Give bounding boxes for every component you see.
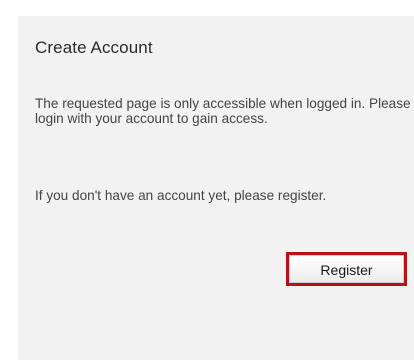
create-account-panel: Create Account The requested page is onl… [18,16,414,360]
register-button[interactable]: Register [286,252,407,286]
register-button-label: Register [289,255,404,283]
panel-title: Create Account [35,38,153,57]
register-prompt: If you don't have an account yet, please… [35,188,327,203]
login-required-message: The requested page is only accessible wh… [35,96,411,126]
